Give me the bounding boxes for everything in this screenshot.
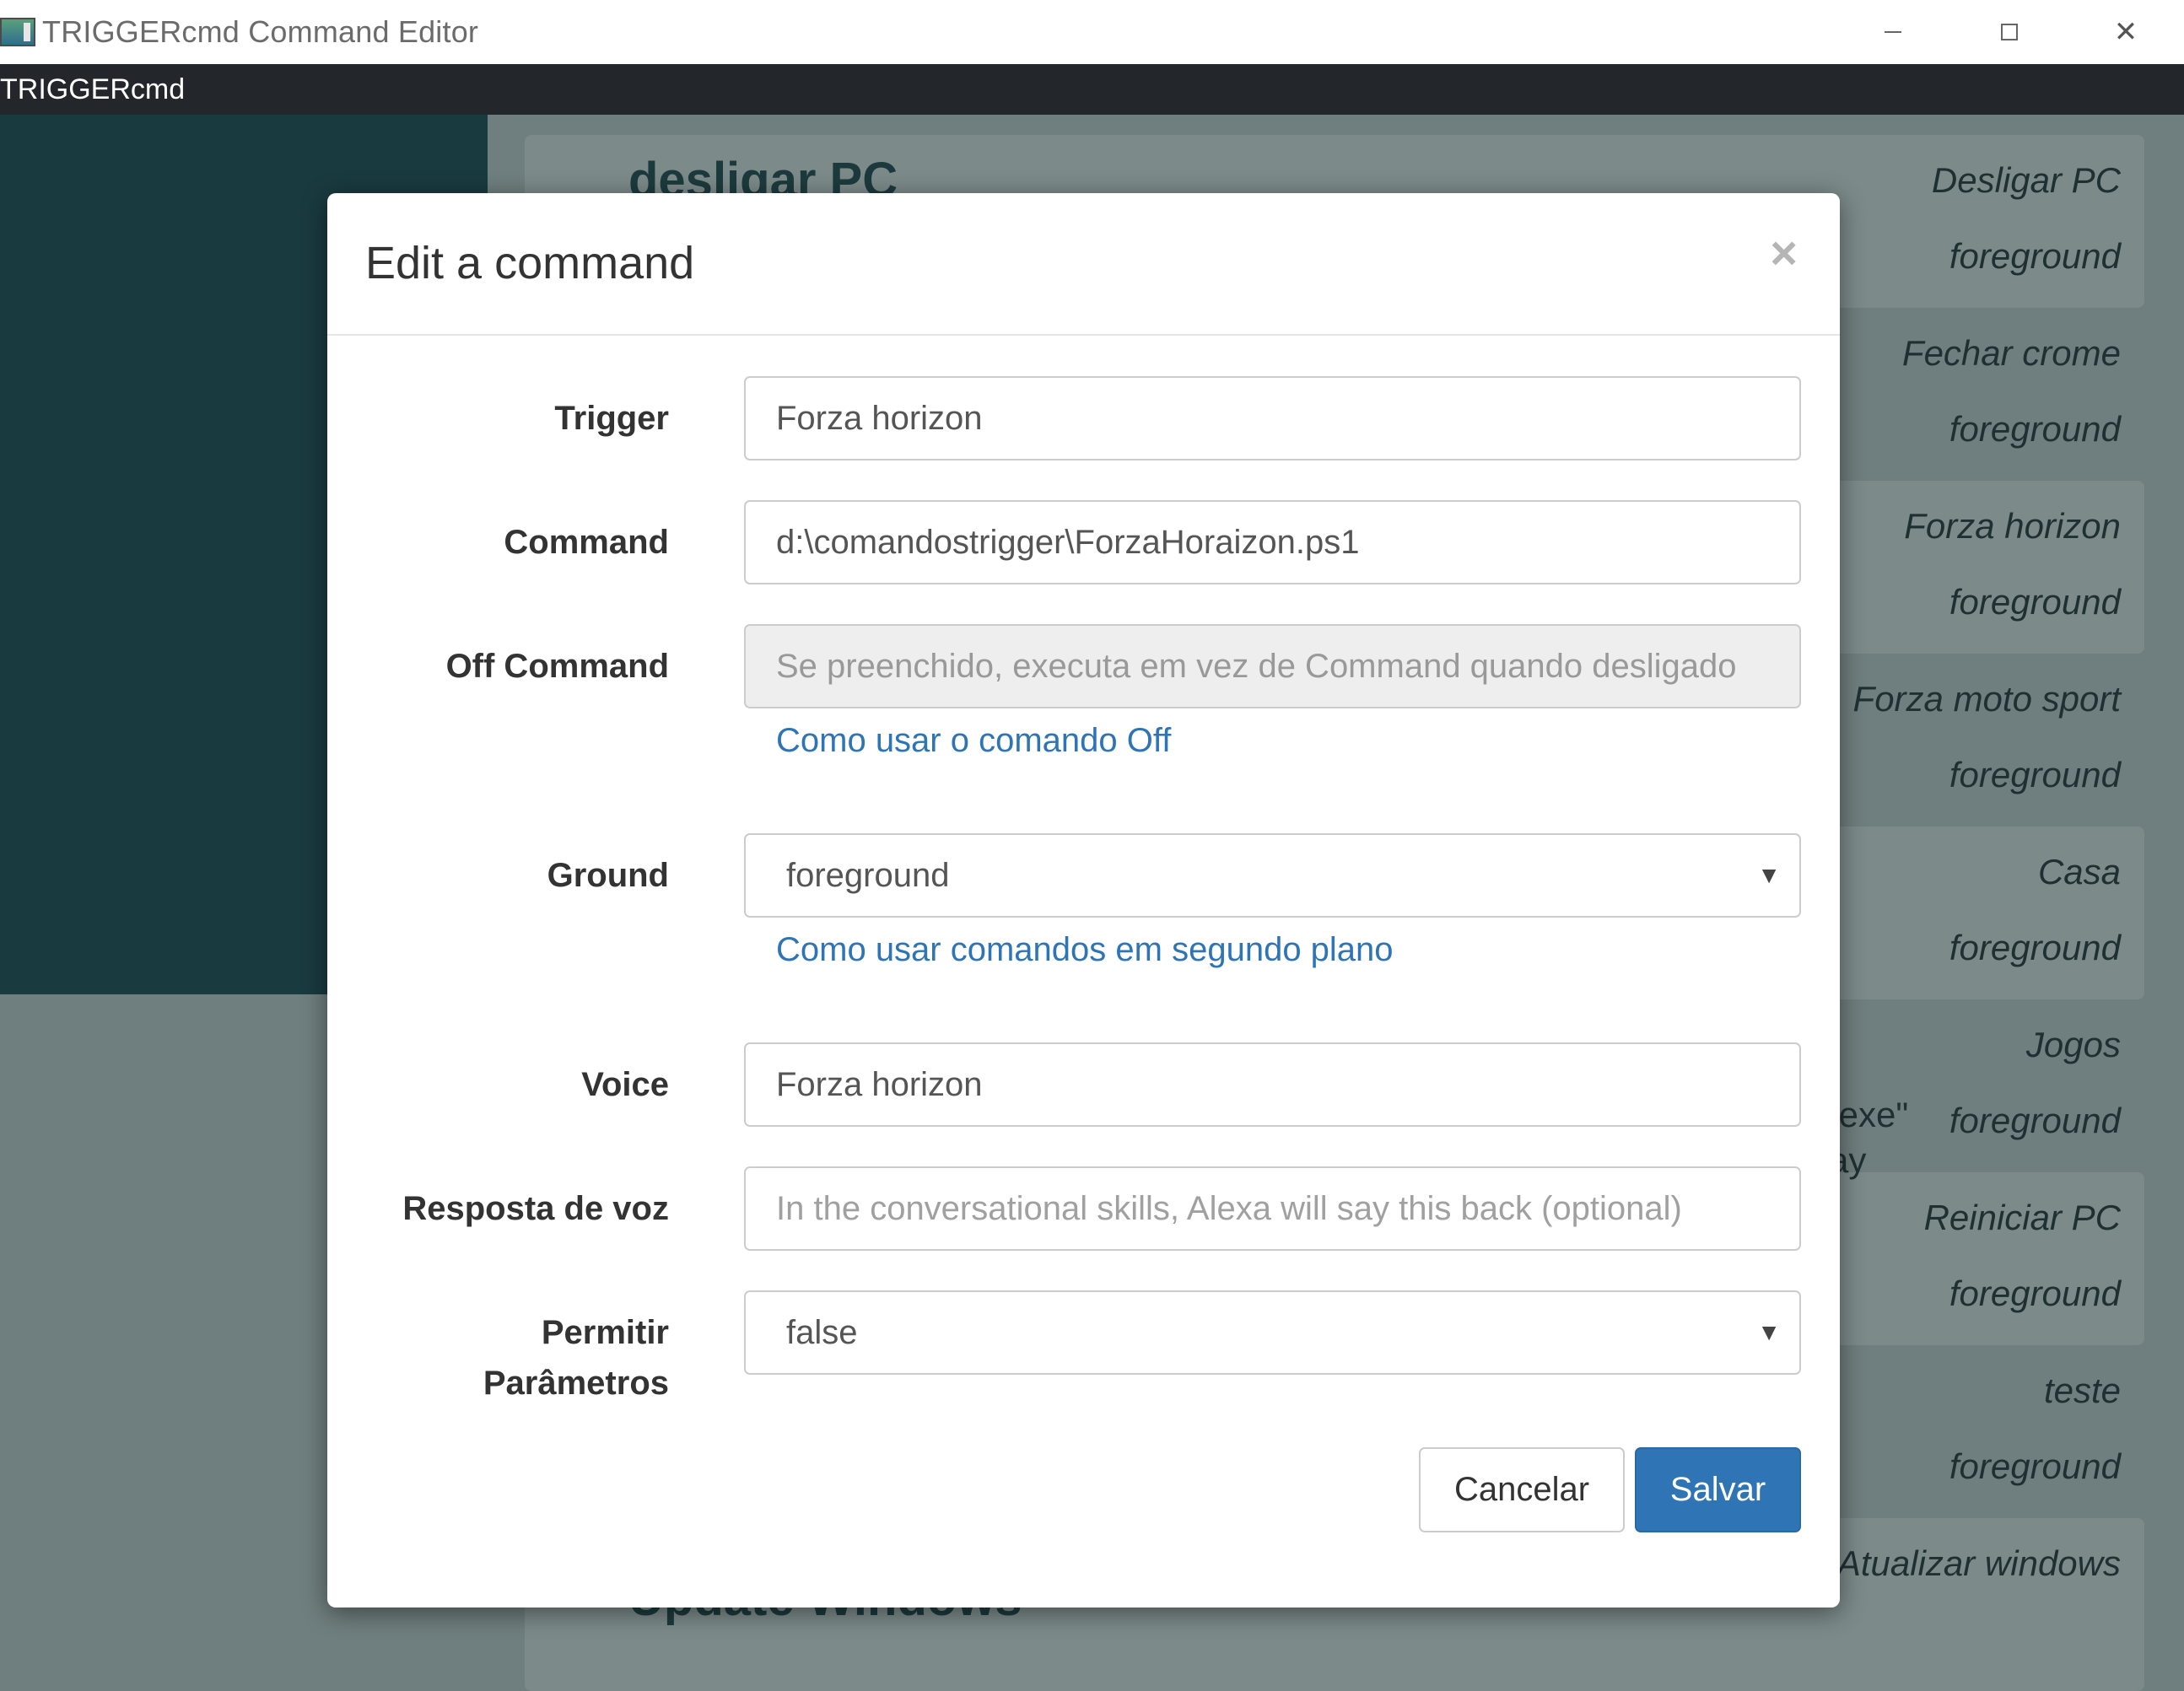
maximize-button[interactable] xyxy=(1951,0,2068,64)
command-label: Command xyxy=(504,524,669,561)
save-button[interactable]: Salvar xyxy=(1635,1447,1801,1532)
off-command-label: Off Command xyxy=(445,648,669,685)
command-name: Fechar crome xyxy=(1901,333,2121,373)
minimize-button[interactable] xyxy=(1835,0,1951,64)
voice-reply-label: Resposta de voz xyxy=(402,1190,669,1227)
command-name: Reiniciar PC xyxy=(1923,1198,2121,1237)
ground-help-link[interactable]: Como usar comandos em segundo plano xyxy=(776,931,1394,969)
command-name: Desligar PC xyxy=(1931,160,2121,200)
off-command-help-link[interactable]: Como usar o comando Off xyxy=(776,722,1171,760)
maximize-icon xyxy=(2001,24,2018,40)
command-snippet: .exe" xyxy=(1829,1095,1909,1134)
command-ground: foreground xyxy=(1949,582,2121,622)
dialog-title: Edit a command xyxy=(365,238,695,288)
command-ground: foreground xyxy=(1949,928,2121,967)
command-name: teste xyxy=(2043,1371,2121,1410)
command-ground: foreground xyxy=(1949,755,2121,794)
minimize-icon xyxy=(1885,31,1901,33)
command-name: Casa xyxy=(2037,852,2121,891)
trigger-input[interactable]: Forza horizon xyxy=(744,376,1801,460)
trigger-label: Trigger xyxy=(554,400,669,437)
brand-link[interactable]: TRIGGERcmd xyxy=(0,73,185,106)
command-ground: foreground xyxy=(1949,1274,2121,1313)
edit-command-dialog: Edit a command × Trigger Forza horizon C… xyxy=(327,193,1840,1608)
allow-params-selected-value: false xyxy=(786,1313,858,1351)
chevron-down-icon: ▼ xyxy=(1757,1319,1781,1345)
command-name: Jogos xyxy=(2025,1025,2121,1064)
command-name: Forza horizon xyxy=(1904,506,2121,546)
command-input[interactable]: d:\comandostrigger\ForzaHoraizon.ps1 xyxy=(744,500,1801,584)
dialog-header: Edit a command × xyxy=(327,193,1840,336)
ground-select[interactable]: foreground ▼ xyxy=(744,833,1801,918)
voice-label: Voice xyxy=(581,1066,669,1103)
command-name: Forza moto sport xyxy=(1852,679,2121,719)
chevron-down-icon: ▼ xyxy=(1757,862,1781,888)
window-title: TRIGGERcmd Command Editor xyxy=(42,14,479,49)
off-command-input[interactable]: Se preenchido, executa em vez de Command… xyxy=(744,624,1801,708)
voice-input[interactable]: Forza horizon xyxy=(744,1042,1801,1127)
menubar: TRIGGERcmd xyxy=(0,64,2184,115)
close-icon: ✕ xyxy=(2113,16,2138,48)
cancel-button[interactable]: Cancelar xyxy=(1419,1447,1625,1532)
allow-params-select[interactable]: false ▼ xyxy=(744,1290,1801,1375)
command-ground: foreground xyxy=(1949,1101,2121,1140)
command-name: Atualizar windows xyxy=(1836,1543,2121,1583)
window-titlebar: TRIGGERcmd Command Editor ✕ xyxy=(0,0,2184,64)
ground-label: Ground xyxy=(547,857,669,894)
allow-params-label-line2: Parâmetros xyxy=(483,1365,669,1402)
command-ground: foreground xyxy=(1949,409,2121,449)
ground-selected-value: foreground xyxy=(786,856,950,894)
close-window-button[interactable]: ✕ xyxy=(2068,0,2184,64)
allow-params-label-line1: Permitir xyxy=(541,1314,669,1351)
window-controls: ✕ xyxy=(1835,0,2184,64)
voice-reply-input[interactable]: In the conversational skills, Alexa will… xyxy=(744,1166,1801,1251)
dialog-close-icon[interactable]: × xyxy=(1770,225,1798,280)
command-ground: foreground xyxy=(1949,236,2121,276)
command-ground: foreground xyxy=(1949,1446,2121,1486)
app-icon xyxy=(0,18,35,46)
